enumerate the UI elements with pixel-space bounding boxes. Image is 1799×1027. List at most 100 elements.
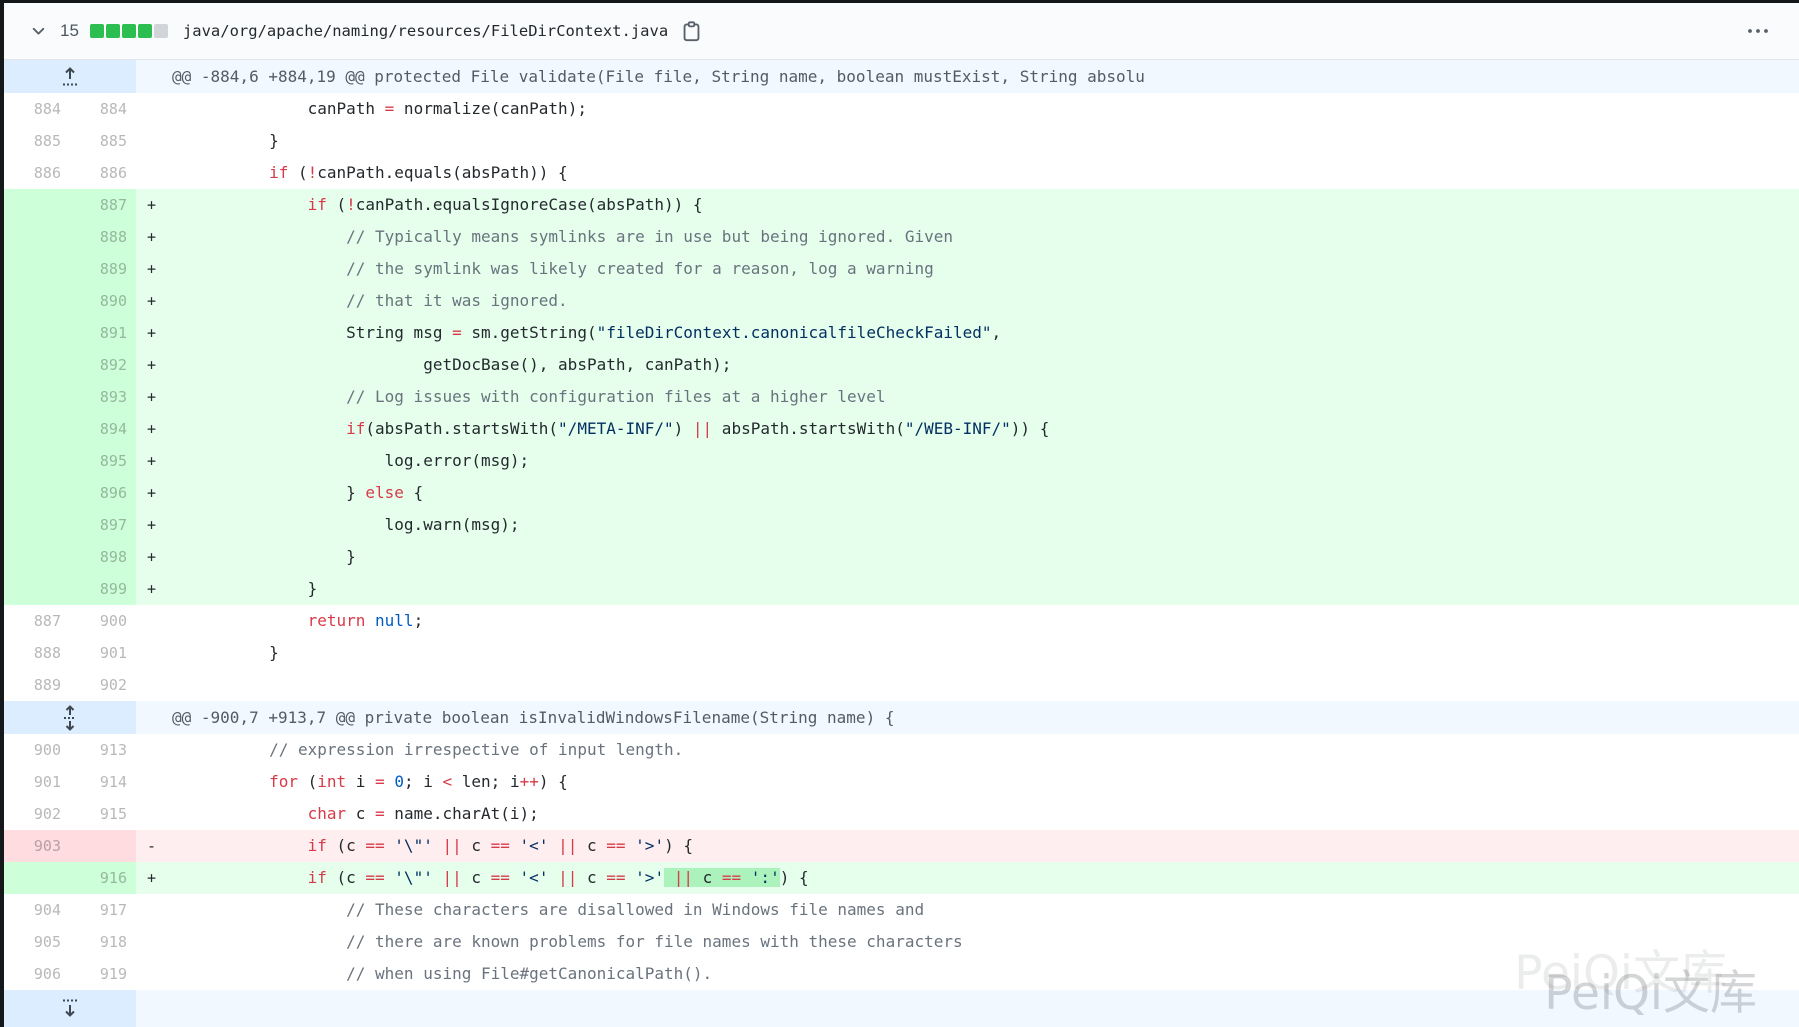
old-line-number[interactable] bbox=[4, 189, 70, 221]
hunk-gutter bbox=[4, 60, 136, 93]
new-line-number[interactable]: 898 bbox=[70, 541, 136, 573]
code-line: // expression irrespective of input leng… bbox=[164, 734, 1799, 766]
diffstat-block-added bbox=[122, 24, 136, 38]
diff-marker bbox=[136, 926, 164, 958]
old-line-number[interactable] bbox=[4, 573, 70, 605]
new-line-number[interactable]: 915 bbox=[70, 798, 136, 830]
old-line-number[interactable] bbox=[4, 541, 70, 573]
new-line-number[interactable]: 913 bbox=[70, 734, 136, 766]
new-line-number[interactable]: 886 bbox=[70, 157, 136, 189]
diff-line-893: 893+ // Log issues with configuration fi… bbox=[4, 381, 1799, 413]
new-line-number[interactable]: 895 bbox=[70, 445, 136, 477]
old-line-number[interactable] bbox=[4, 509, 70, 541]
diff-marker: + bbox=[136, 541, 164, 573]
new-line-number[interactable]: 900 bbox=[70, 605, 136, 637]
diff-marker: + bbox=[136, 285, 164, 317]
new-line-number[interactable]: 919 bbox=[70, 958, 136, 990]
old-line-number[interactable]: 887 bbox=[4, 605, 70, 637]
new-line-number[interactable]: 885 bbox=[70, 125, 136, 157]
old-line-number[interactable]: 902 bbox=[4, 798, 70, 830]
new-line-number[interactable]: 887 bbox=[70, 189, 136, 221]
old-line-number[interactable]: 900 bbox=[4, 734, 70, 766]
old-line-number[interactable] bbox=[4, 285, 70, 317]
code-line: log.warn(msg); bbox=[164, 509, 1799, 541]
new-line-number[interactable]: 917 bbox=[70, 894, 136, 926]
new-line-number[interactable]: 884 bbox=[70, 93, 136, 125]
old-line-number[interactable] bbox=[4, 221, 70, 253]
old-line-number[interactable]: 886 bbox=[4, 157, 70, 189]
diff-marker bbox=[136, 958, 164, 990]
code-line: if (!canPath.equals(absPath)) { bbox=[164, 157, 1799, 189]
expand-down-icon[interactable] bbox=[61, 997, 79, 1020]
old-line-number[interactable]: 906 bbox=[4, 958, 70, 990]
old-line-number[interactable] bbox=[4, 253, 70, 285]
diff-line-915: 902915 char c = name.charAt(i); bbox=[4, 798, 1799, 830]
new-line-number[interactable]: 918 bbox=[70, 926, 136, 958]
diff-line-902: 889902 bbox=[4, 669, 1799, 701]
new-line-number[interactable]: 888 bbox=[70, 221, 136, 253]
code-line: if(absPath.startsWith("/META-INF/") || a… bbox=[164, 413, 1799, 445]
hunk-header-text bbox=[136, 990, 1799, 1027]
new-line-number[interactable]: 901 bbox=[70, 637, 136, 669]
expand-both-icon[interactable] bbox=[61, 704, 79, 732]
code-line: for (int i = 0; i < len; i++) { bbox=[164, 766, 1799, 798]
code-line bbox=[164, 669, 1799, 701]
diff-line-899: 899+ } bbox=[4, 573, 1799, 605]
old-line-number[interactable] bbox=[4, 477, 70, 509]
diff-rows: @@ -884,6 +884,19 @@ protected File vali… bbox=[4, 60, 1799, 1027]
old-line-number[interactable]: 889 bbox=[4, 669, 70, 701]
kebab-menu-icon[interactable] bbox=[1747, 28, 1769, 34]
diff-line-916: 916+ if (c == '\"' || c == '<' || c == '… bbox=[4, 862, 1799, 894]
copy-icon[interactable] bbox=[682, 21, 701, 42]
new-line-number[interactable]: 899 bbox=[70, 573, 136, 605]
new-line-number[interactable]: 890 bbox=[70, 285, 136, 317]
old-line-number[interactable]: 884 bbox=[4, 93, 70, 125]
hunk-header-row: @@ -884,6 +884,19 @@ protected File vali… bbox=[4, 60, 1799, 93]
new-line-number[interactable]: 894 bbox=[70, 413, 136, 445]
old-line-number[interactable] bbox=[4, 862, 70, 894]
chevron-down-icon[interactable] bbox=[30, 23, 47, 40]
old-line-number[interactable]: 903 bbox=[4, 830, 70, 862]
diff-line-890: 890+ // that it was ignored. bbox=[4, 285, 1799, 317]
new-line-number[interactable] bbox=[70, 830, 136, 862]
new-line-number[interactable]: 891 bbox=[70, 317, 136, 349]
code-line: getDocBase(), absPath, canPath); bbox=[164, 349, 1799, 381]
new-line-number[interactable]: 892 bbox=[70, 349, 136, 381]
old-line-number[interactable]: 904 bbox=[4, 894, 70, 926]
diff-marker: + bbox=[136, 862, 164, 894]
new-line-number[interactable]: 893 bbox=[70, 381, 136, 413]
old-line-number[interactable]: 888 bbox=[4, 637, 70, 669]
new-line-number[interactable]: 914 bbox=[70, 766, 136, 798]
file-path: java/org/apache/naming/resources/FileDir… bbox=[183, 22, 668, 40]
old-line-number[interactable] bbox=[4, 349, 70, 381]
new-line-number[interactable]: 902 bbox=[70, 669, 136, 701]
hunk-header-row: @@ -900,7 +913,7 @@ private boolean isIn… bbox=[4, 701, 1799, 734]
old-line-number[interactable]: 901 bbox=[4, 766, 70, 798]
code-line: String msg = sm.getString("fileDirContex… bbox=[164, 317, 1799, 349]
code-line: } bbox=[164, 125, 1799, 157]
new-line-number[interactable]: 916 bbox=[70, 862, 136, 894]
expand-up-icon[interactable] bbox=[61, 65, 79, 88]
code-line: // Typically means symlinks are in use b… bbox=[164, 221, 1799, 253]
code-line: // the symlink was likely created for a … bbox=[164, 253, 1799, 285]
old-line-number[interactable]: 905 bbox=[4, 926, 70, 958]
code-line: } bbox=[164, 541, 1799, 573]
diff-marker bbox=[136, 93, 164, 125]
old-line-number[interactable] bbox=[4, 413, 70, 445]
code-line: return null; bbox=[164, 605, 1799, 637]
new-line-number[interactable]: 889 bbox=[70, 253, 136, 285]
old-line-number[interactable] bbox=[4, 445, 70, 477]
old-line-number[interactable] bbox=[4, 317, 70, 349]
diff-line-897: 897+ log.warn(msg); bbox=[4, 509, 1799, 541]
old-line-number[interactable] bbox=[4, 381, 70, 413]
diff-viewer: 15 java/org/apache/naming/resources/File… bbox=[0, 0, 1799, 1027]
new-line-number[interactable]: 897 bbox=[70, 509, 136, 541]
code-line: if (c == '\"' || c == '<' || c == '>') { bbox=[164, 830, 1799, 862]
new-line-number[interactable]: 896 bbox=[70, 477, 136, 509]
diff-marker bbox=[136, 894, 164, 926]
old-line-number[interactable]: 885 bbox=[4, 125, 70, 157]
diff-marker: - bbox=[136, 830, 164, 862]
diff-marker bbox=[136, 637, 164, 669]
diff-line-896: 896+ } else { bbox=[4, 477, 1799, 509]
diff-line-888: 888+ // Typically means symlinks are in … bbox=[4, 221, 1799, 253]
